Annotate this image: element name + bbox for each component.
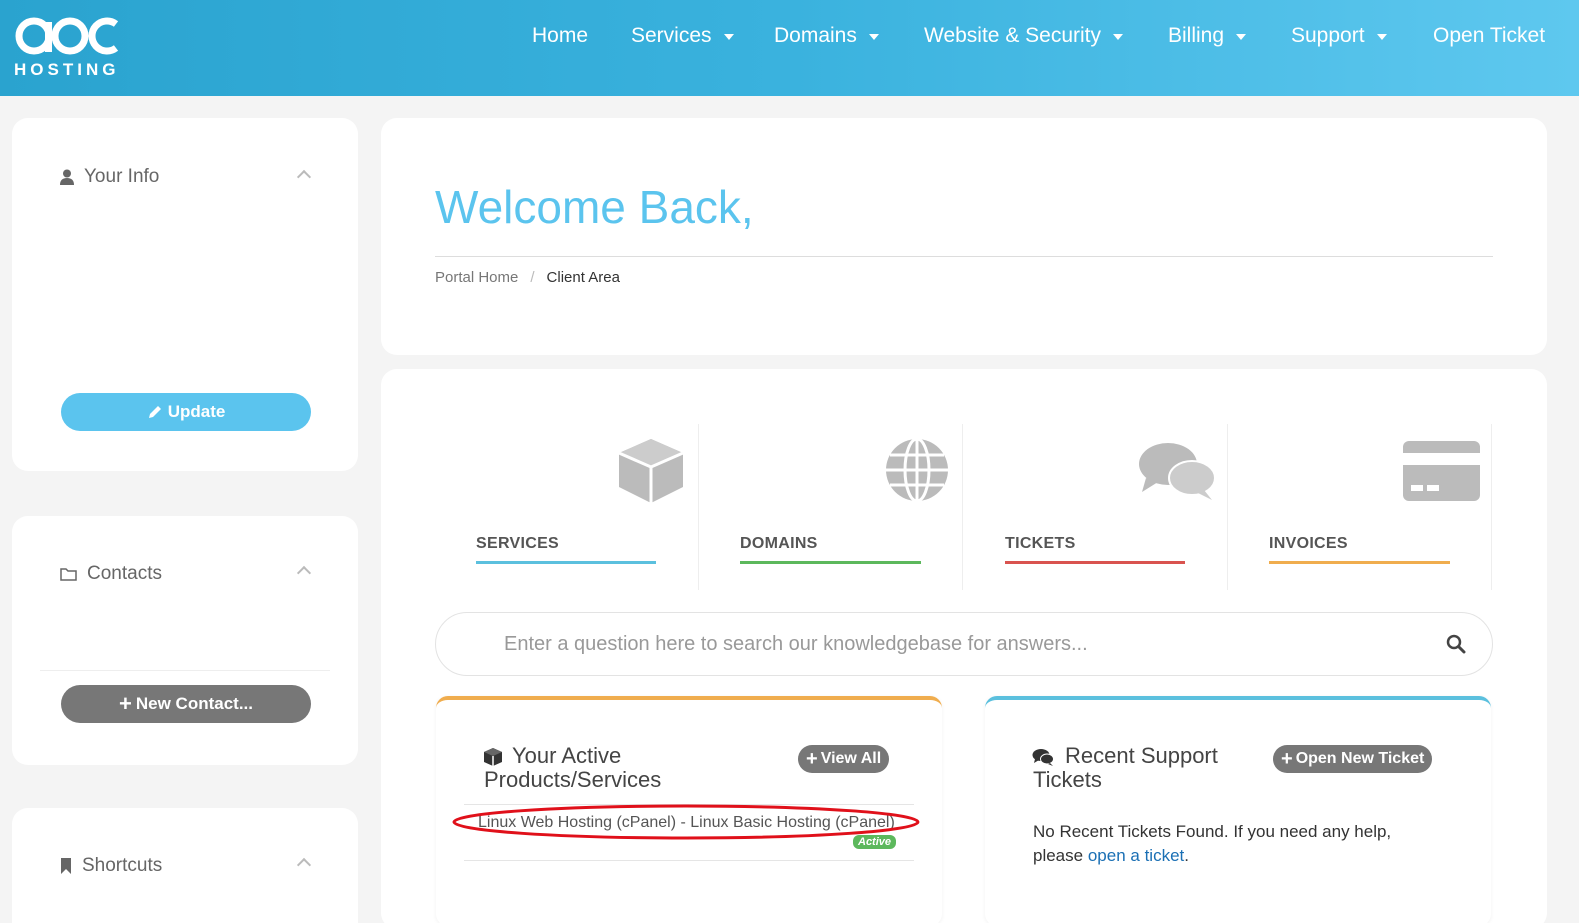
new-contact-button[interactable]: + New Contact... xyxy=(61,685,311,723)
chevron-down-icon xyxy=(1113,34,1124,40)
nav-website-security[interactable]: Website & Security xyxy=(924,24,1124,48)
cube-icon xyxy=(484,748,502,766)
knowledgebase-search xyxy=(435,612,1493,676)
top-header: HOSTING Home Services Domains Website & … xyxy=(0,0,1579,96)
tile-tickets-label[interactable]: TICKETS xyxy=(1005,535,1076,553)
update-label: Update xyxy=(167,402,226,421)
shortcuts-header[interactable]: Shortcuts xyxy=(60,855,162,877)
divider xyxy=(464,860,914,861)
tickets-title-line2: Tickets xyxy=(1033,767,1102,792)
breadcrumb-separator: / xyxy=(530,269,535,286)
collapse-icon[interactable] xyxy=(296,565,312,581)
pencil-icon xyxy=(148,406,161,418)
tile-domains-label[interactable]: DOMAINS xyxy=(740,535,818,553)
plus-icon: + xyxy=(806,748,818,770)
update-button[interactable]: Update xyxy=(61,393,311,431)
no-tickets-message: No Recent Tickets Found. If you need any… xyxy=(1033,820,1453,868)
user-icon xyxy=(60,169,74,185)
tile-divider xyxy=(1491,424,1492,590)
chevron-down-icon xyxy=(1236,34,1247,40)
tile-invoices-underline xyxy=(1269,561,1450,564)
your-info-header[interactable]: Your Info xyxy=(60,166,159,188)
contacts-panel: Contacts + New Contact... xyxy=(12,516,358,765)
chevron-down-icon xyxy=(723,34,734,40)
new-contact-label: New Contact... xyxy=(135,694,253,713)
tile-divider xyxy=(698,424,699,590)
search-input[interactable] xyxy=(504,627,1404,661)
comments-icon xyxy=(1139,443,1216,500)
view-all-label: View All xyxy=(820,750,882,767)
period: . xyxy=(1184,846,1189,865)
breadcrumb-current: Client Area xyxy=(546,269,620,286)
divider xyxy=(40,670,330,671)
no-tickets-text: No Recent Tickets Found. If you need any… xyxy=(1033,822,1392,841)
tile-tickets-underline xyxy=(1005,561,1185,564)
your-info-title: Your Info xyxy=(84,166,160,187)
open-new-ticket-button[interactable]: + Open New Ticket xyxy=(1273,745,1433,773)
folder-icon xyxy=(60,568,77,581)
search-icon[interactable] xyxy=(1446,634,1466,654)
comments-icon xyxy=(1032,749,1054,766)
contacts-header[interactable]: Contacts xyxy=(60,563,162,585)
nav-domains[interactable]: Domains xyxy=(774,24,879,48)
tile-domains-underline xyxy=(740,561,921,564)
chevron-down-icon xyxy=(1376,34,1387,40)
shortcuts-panel: Shortcuts xyxy=(12,808,358,923)
nav-support[interactable]: Support xyxy=(1291,24,1387,48)
page-title: Welcome Back, xyxy=(435,181,754,233)
status-badge: Active xyxy=(853,835,897,849)
chevron-down-icon xyxy=(868,34,879,40)
nav-open-ticket[interactable]: Open Ticket xyxy=(1433,24,1545,48)
tile-services-label[interactable]: SERVICES xyxy=(476,535,559,553)
cube-icon xyxy=(618,439,684,503)
collapse-icon[interactable] xyxy=(296,857,312,873)
tile-divider xyxy=(962,424,963,590)
your-info-panel: Your Info Update xyxy=(12,118,358,471)
breadcrumb: Portal Home / Client Area xyxy=(435,269,620,286)
view-all-button[interactable]: + View All xyxy=(798,745,890,773)
tickets-title-line1: Recent Support xyxy=(1065,743,1218,768)
breadcrumb-home[interactable]: Portal Home xyxy=(435,269,518,286)
bookmark-icon xyxy=(61,858,71,874)
contacts-title: Contacts xyxy=(87,563,162,584)
globe-icon xyxy=(886,437,948,503)
tile-invoices-label[interactable]: INVOICES xyxy=(1269,535,1348,553)
products-title-line1: Your Active xyxy=(512,743,622,768)
title-divider xyxy=(435,256,1493,257)
nav-billing[interactable]: Billing xyxy=(1168,24,1247,48)
shortcuts-title: Shortcuts xyxy=(82,855,163,876)
logo-wordmark: HOSTING xyxy=(14,60,120,79)
credit-card-icon xyxy=(1403,441,1480,501)
nav-home[interactable]: Home xyxy=(532,24,588,48)
tile-services-underline xyxy=(476,561,656,564)
plus-icon: + xyxy=(119,691,132,716)
plus-icon: + xyxy=(1281,748,1293,770)
no-tickets-text2: please xyxy=(1033,846,1084,865)
open-new-ticket-label: Open New Ticket xyxy=(1295,750,1425,767)
nav-services[interactable]: Services xyxy=(631,24,734,48)
active-products-card: Your Active Products/Services + View All… xyxy=(436,696,942,923)
products-title-line2: Products/Services xyxy=(484,767,662,792)
collapse-icon[interactable] xyxy=(296,169,312,185)
welcome-panel xyxy=(381,118,1547,355)
tile-divider xyxy=(1227,424,1228,590)
recent-tickets-card: Recent Support Tickets + Open New Ticket… xyxy=(985,696,1491,923)
open-ticket-link[interactable]: open a ticket xyxy=(1088,846,1184,865)
